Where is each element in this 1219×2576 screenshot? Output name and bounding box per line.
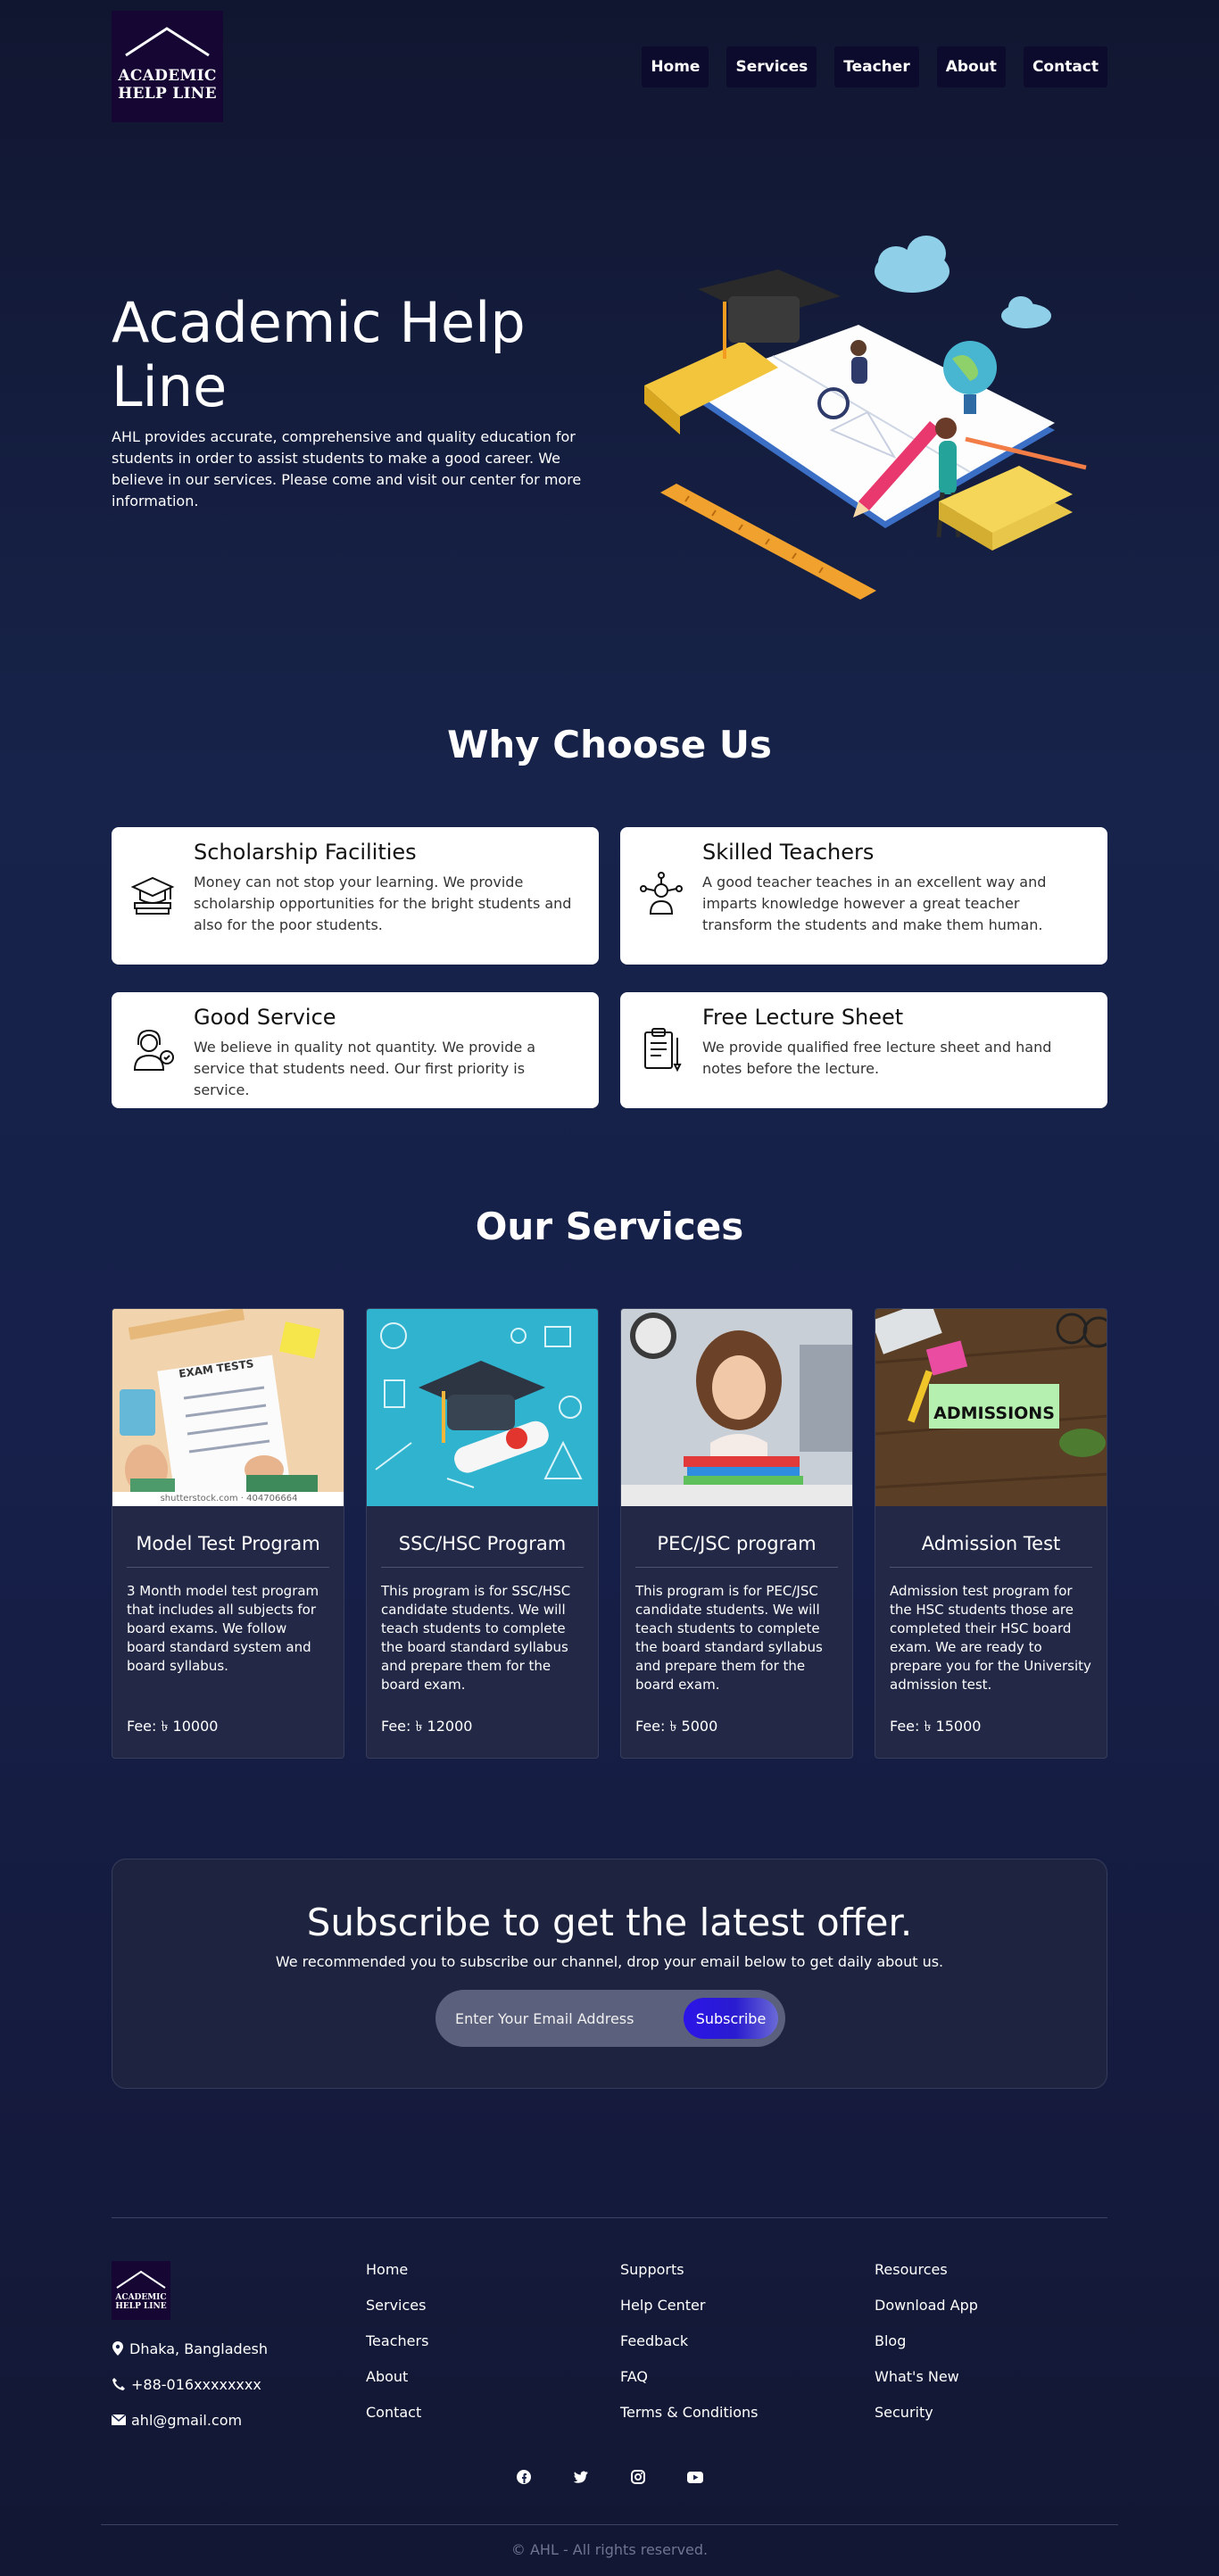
- footer-link-about[interactable]: About: [366, 2366, 428, 2402]
- service-text: 3 Month model test program that includes…: [127, 1583, 319, 1674]
- logo-roof-icon: [125, 27, 210, 57]
- service-title: PEC/JSC program: [635, 1533, 838, 1568]
- subscribe-title: Subscribe to get the latest offer.: [306, 1901, 913, 1944]
- service-image-graduation: [367, 1309, 598, 1506]
- subscribe-section: Subscribe to get the latest offer. We re…: [112, 1859, 1107, 2089]
- hero-illustration: [644, 236, 1087, 600]
- support-agent-icon: [126, 1005, 179, 1096]
- service-title: SSC/HSC Program: [381, 1533, 584, 1568]
- why-card-text: Money can not stop your learning. We pro…: [194, 874, 572, 933]
- service-image-exam-tests: EXAM TESTS shutterstock.com · 404706664: [112, 1309, 344, 1506]
- why-section-title: Why Choose Us: [447, 723, 772, 766]
- phone-icon: [112, 2378, 125, 2390]
- footer-link-faq[interactable]: FAQ: [620, 2366, 758, 2402]
- footer-link-security[interactable]: Security: [875, 2402, 978, 2438]
- service-title: Admission Test: [890, 1533, 1092, 1568]
- nav-services[interactable]: Services: [726, 46, 817, 87]
- nav-about[interactable]: About: [936, 46, 1006, 87]
- service-card-ssc-hsc[interactable]: SSC/HSC Program This program is for SSC/…: [366, 1308, 599, 1759]
- why-card-title: Free Lecture Sheet: [702, 1005, 904, 1030]
- footer-phone: +88-016xxxxxxxx: [112, 2366, 268, 2402]
- admissions-caption: ADMISSIONS: [933, 1404, 1055, 1423]
- footer-link-terms[interactable]: Terms & Conditions: [620, 2402, 758, 2438]
- instagram-icon[interactable]: [629, 2468, 647, 2486]
- services-section-title: Our Services: [475, 1205, 744, 1248]
- footer-link-whats-new[interactable]: What's New: [875, 2366, 978, 2402]
- footer-contact: Dhaka, Bangladesh +88-016xxxxxxxx ahl@gm…: [112, 2331, 268, 2438]
- why-card-title: Skilled Teachers: [702, 840, 875, 865]
- footer-link-teachers[interactable]: Teachers: [366, 2331, 428, 2366]
- service-card-admission[interactable]: ADMISSIONS Admission Test Admission test…: [875, 1308, 1107, 1759]
- envelope-icon: [112, 2414, 126, 2425]
- main-nav: Home Services Teacher About Contact: [642, 46, 1107, 87]
- subscribe-form: Subscribe: [435, 1990, 785, 2047]
- footer-logo[interactable]: ACADEMIC HELP LINE: [112, 2261, 170, 2320]
- footer-link-download-app[interactable]: Download App: [875, 2295, 978, 2331]
- subscribe-subtitle: We recommended you to subscribe our chan…: [275, 1953, 944, 1970]
- footer-link-blog[interactable]: Blog: [875, 2331, 978, 2366]
- footer-divider: [112, 2217, 1107, 2218]
- copyright-text: © AHL - All rights reserved.: [510, 2541, 709, 2558]
- footer-col-resources: Resources Download App Blog What's New S…: [875, 2259, 978, 2438]
- service-image-admissions: ADMISSIONS: [875, 1309, 1107, 1506]
- service-fee: Fee: ৳ 5000: [635, 1718, 718, 1735]
- teacher-network-icon: [634, 840, 688, 952]
- service-image-child-books: [621, 1309, 852, 1506]
- why-card-scholarship: Scholarship Facilities Money can not sto…: [112, 827, 599, 965]
- footer-link-services[interactable]: Services: [366, 2295, 428, 2331]
- service-text: Admission test program for the HSC stude…: [890, 1583, 1091, 1693]
- footer-link-home[interactable]: Home: [366, 2259, 428, 2295]
- logo-roof-icon: [116, 2270, 166, 2289]
- footer-col-support: Supports Help Center Feedback FAQ Terms …: [620, 2259, 758, 2438]
- nav-home[interactable]: Home: [642, 46, 709, 87]
- why-card-text: We believe in quality not quantity. We p…: [194, 1039, 536, 1098]
- location-pin-icon: [112, 2341, 123, 2356]
- service-card-pec-jsc[interactable]: PEC/JSC program This program is for PEC/…: [620, 1308, 853, 1759]
- service-text: This program is for SSC/HSC candidate st…: [381, 1583, 571, 1693]
- nav-contact[interactable]: Contact: [1023, 46, 1107, 87]
- email-input[interactable]: [455, 2009, 669, 2027]
- footer-email: ahl@gmail.com: [112, 2402, 268, 2438]
- site-logo[interactable]: ACADEMIC HELP LINE: [112, 11, 223, 122]
- facebook-icon[interactable]: [515, 2468, 533, 2486]
- why-card-lecture: Free Lecture Sheet We provide qualified …: [620, 992, 1107, 1108]
- why-card-text: A good teacher teaches in an excellent w…: [702, 874, 1047, 933]
- subscribe-button[interactable]: Subscribe: [684, 1998, 778, 2039]
- footer-col-pages: Home Services Teachers About Contact: [366, 2259, 428, 2438]
- hero-title: Academic Help Line: [112, 290, 526, 419]
- service-card-model-test[interactable]: EXAM TESTS shutterstock.com · 404706664 …: [112, 1308, 344, 1759]
- footer-link-resources[interactable]: Resources: [875, 2259, 978, 2295]
- footer-link-supports[interactable]: Supports: [620, 2259, 758, 2295]
- why-card-service: Good Service We believe in quality not q…: [112, 992, 599, 1108]
- footer-link-help-center[interactable]: Help Center: [620, 2295, 758, 2331]
- footer-link-feedback[interactable]: Feedback: [620, 2331, 758, 2366]
- why-card-title: Scholarship Facilities: [194, 840, 417, 865]
- service-text: This program is for PEC/JSC candidate st…: [635, 1583, 823, 1693]
- service-fee: Fee: ৳ 15000: [890, 1718, 982, 1735]
- hero-description: AHL provides accurate, comprehensive and…: [112, 428, 582, 509]
- nav-teacher[interactable]: Teacher: [834, 46, 919, 87]
- service-fee: Fee: ৳ 12000: [381, 1718, 473, 1735]
- why-card-teachers: Skilled Teachers A good teacher teaches …: [620, 827, 1107, 965]
- social-links: [0, 2468, 1219, 2486]
- graduation-books-icon: [126, 840, 179, 952]
- youtube-icon[interactable]: [686, 2468, 704, 2486]
- why-card-title: Good Service: [194, 1005, 336, 1030]
- footer-address: Dhaka, Bangladesh: [112, 2331, 268, 2366]
- footer-link-contact[interactable]: Contact: [366, 2402, 428, 2438]
- copyright-divider: [101, 2524, 1118, 2525]
- twitter-icon[interactable]: [572, 2468, 590, 2486]
- service-title: Model Test Program: [127, 1533, 329, 1568]
- lecture-sheet-icon: [634, 1005, 688, 1096]
- image-credit: shutterstock.com · 404706664: [160, 1494, 298, 1503]
- logo-text: ACADEMIC HELP LINE: [118, 67, 217, 103]
- why-card-text: We provide qualified free lecture sheet …: [702, 1039, 1052, 1077]
- service-fee: Fee: ৳ 10000: [127, 1718, 219, 1735]
